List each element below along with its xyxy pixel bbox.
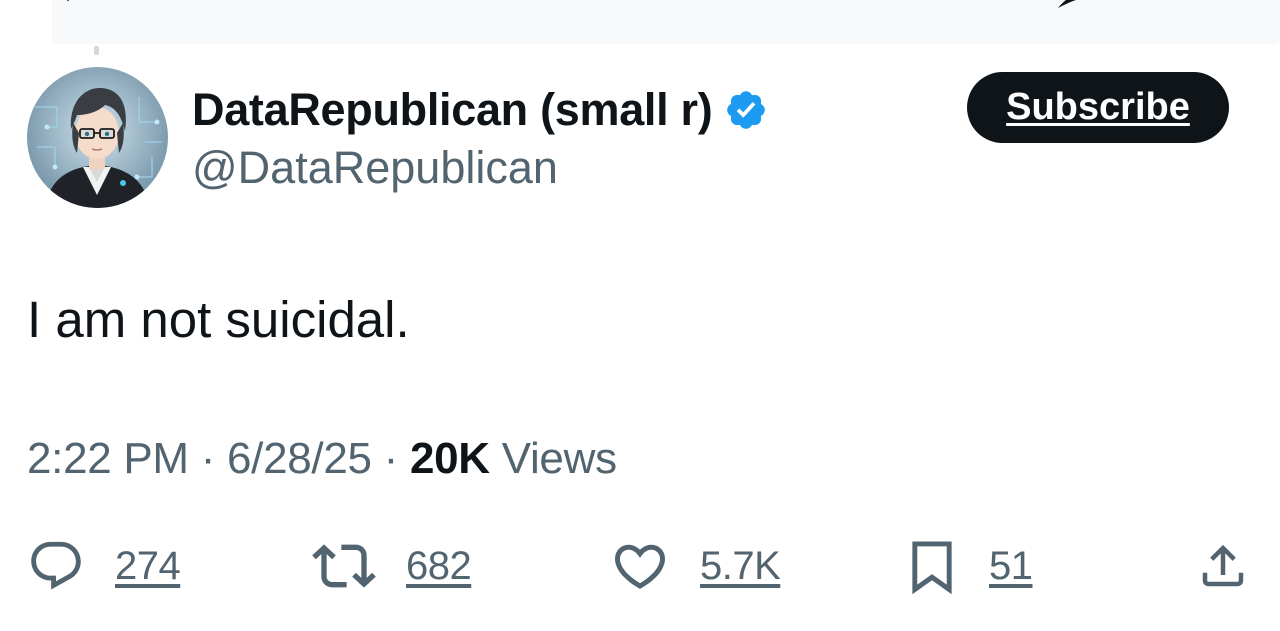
heart-icon (614, 544, 666, 589)
share-icon (1202, 544, 1244, 587)
bookmark-icon (912, 541, 952, 595)
reply-button[interactable]: 274 (27, 535, 181, 597)
like-count[interactable]: 5.7K (700, 544, 781, 589)
verified-badge-icon[interactable] (724, 88, 768, 132)
bookmark-button[interactable]: 51 (905, 535, 1033, 597)
tweet-meta: 2:22 PM · 6/28/25 · 20K Views (27, 434, 617, 484)
author-name-row: DataRepublican (small r) (192, 82, 768, 138)
share-button[interactable] (1196, 535, 1250, 597)
top-header-strip (0, 0, 1280, 55)
subscribe-button[interactable]: Subscribe (967, 72, 1229, 143)
thread-line (94, 46, 99, 55)
more-icon[interactable] (1058, 0, 1118, 8)
author-handle[interactable]: @DataRepublican (192, 142, 558, 194)
meta-separator: · (200, 434, 216, 483)
reply-count[interactable]: 274 (115, 544, 181, 589)
tweet-time[interactable]: 2:22 PM (27, 434, 189, 483)
back-arrow-icon[interactable] (58, 0, 78, 2)
author-display-name[interactable]: DataRepublican (small r) (192, 84, 713, 136)
views-count[interactable]: 20K (410, 434, 490, 483)
retweet-button[interactable]: 682 (312, 535, 472, 597)
avatar[interactable] (27, 67, 168, 208)
meta-separator: · (383, 434, 399, 483)
tweet-text: I am not suicidal. (27, 291, 410, 348)
reply-icon (31, 541, 81, 590)
bookmark-count[interactable]: 51 (989, 544, 1033, 589)
retweet-count[interactable]: 682 (406, 544, 472, 589)
views-label: Views (501, 434, 617, 483)
avatar-image (27, 67, 168, 208)
retweet-icon (312, 544, 376, 588)
like-button[interactable]: 5.7K (610, 535, 781, 597)
tweet-date[interactable]: 6/28/25 (227, 434, 372, 483)
